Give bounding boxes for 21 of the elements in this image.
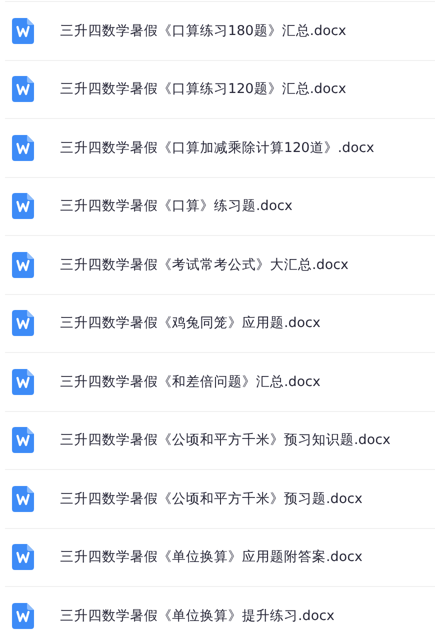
document-icon	[12, 486, 34, 512]
file-name[interactable]: 三升四数学暑假《公顷和平方千米》预习题.docx	[60, 488, 363, 509]
file-name[interactable]: 三升四数学暑假《口算练习120题》汇总.docx	[60, 79, 346, 100]
file-name[interactable]: 三升四数学暑假《鸡兔同笼》应用题.docx	[60, 313, 321, 334]
document-icon	[12, 193, 34, 220]
document-icon	[12, 427, 34, 454]
document-icon	[12, 76, 34, 102]
document-icon	[12, 18, 34, 44]
document-icon	[12, 368, 34, 395]
file-name[interactable]: 三升四数学暑假《考试常考公式》大汇总.docx	[60, 254, 349, 275]
file-name[interactable]: 三升四数学暑假《和差倍问题》汇总.docx	[60, 372, 321, 392]
file-name[interactable]: 三升四数学暑假《口算加减乘除计算120道》.docx	[60, 138, 374, 158]
document-icon	[12, 134, 34, 161]
file-name[interactable]: 三升四数学暑假《口算练习180题》汇总.docx	[60, 20, 346, 41]
file-name[interactable]: 三升四数学暑假《口算》练习题.docx	[60, 196, 293, 216]
document-icon	[12, 252, 34, 278]
file-name[interactable]: 三升四数学暑假《单位换算》应用题附答案.docx	[60, 547, 363, 568]
document-icon	[12, 310, 34, 336]
file-name[interactable]: 三升四数学暑假《公顷和平方千米》预习知识题.docx	[60, 430, 391, 450]
file-name[interactable]: 三升四数学暑假《单位换算》提升练习.docx	[60, 606, 335, 626]
document-icon	[12, 544, 34, 570]
